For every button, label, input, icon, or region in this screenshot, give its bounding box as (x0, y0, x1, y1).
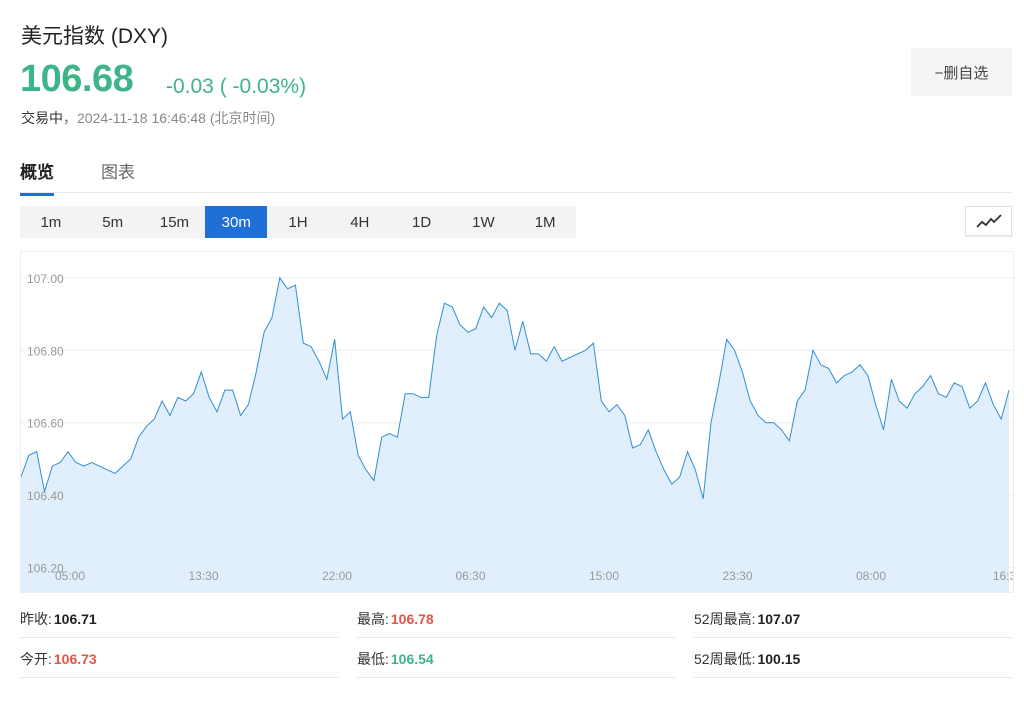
stat-52w-high: 52周最高: 107.07 (694, 600, 1012, 638)
interval-15m[interactable]: 15m (144, 206, 206, 238)
price-chart-svg: 107.00106.80106.60106.40106.2005:00 13:30… (21, 272, 1013, 592)
price-area (21, 277, 1009, 592)
interval-1d[interactable]: 1D (391, 206, 453, 238)
price-change: -0.03 ( -0.03%) (166, 75, 307, 98)
stat-value: 107.07 (757, 610, 801, 627)
stat-value: 106.78 (390, 610, 434, 627)
stat-52w-low: 52周最低: 100.15 (694, 640, 1012, 678)
status-label: 交易中 (21, 110, 63, 126)
current-price: 106.68 (20, 58, 134, 100)
interval-1m[interactable]: 1m (20, 206, 82, 238)
stat-low: 最低: 106.54 (357, 640, 675, 678)
y-tick-label: 107.00 (27, 272, 64, 286)
stat-label: 今开: (20, 650, 52, 667)
x-tick-label: 05:00 (55, 569, 85, 583)
tab-overview[interactable]: 概览 (20, 158, 54, 196)
stat-label: 最低: (357, 650, 389, 667)
stat-prev-close: 昨收: 106.71 (20, 600, 338, 638)
x-tick-label: 08:00 (856, 569, 886, 583)
status-timezone: (北京时间) (209, 110, 276, 126)
x-tick-label: 06:30 (455, 569, 485, 583)
interval-1w[interactable]: 1W (452, 206, 514, 238)
chart-type-button[interactable] (965, 206, 1012, 236)
interval-5m[interactable]: 5m (82, 206, 144, 238)
interval-1h[interactable]: 1H (267, 206, 329, 238)
stat-open: 今开: 106.73 (20, 640, 338, 678)
page-title: 美元指数 (DXY) (21, 25, 168, 48)
status-separator: ， (63, 110, 77, 126)
stat-label: 最高: (357, 610, 389, 627)
stat-value: 106.71 (53, 610, 97, 627)
x-tick-label: 22:00 (322, 569, 352, 583)
line-chart-icon (975, 214, 1002, 228)
stat-high: 最高: 106.78 (357, 600, 675, 638)
stat-label: 52周最高: (694, 610, 756, 627)
stat-value: 106.73 (53, 650, 97, 667)
y-tick-label: 106.80 (27, 344, 64, 358)
y-tick-label: 106.40 (27, 489, 64, 503)
trading-status: 交易中，2024-11-18 16:46:48 (北京时间) (21, 108, 275, 128)
stat-value: 106.54 (390, 650, 434, 667)
stat-value: 100.15 (757, 650, 801, 667)
x-tick-label: 16:3 (993, 569, 1013, 583)
interval-1mo[interactable]: 1M (514, 206, 576, 238)
x-tick-label: 23:30 (722, 569, 752, 583)
x-tick-label: 15:00 (589, 569, 619, 583)
remove-watchlist-button[interactable]: −删自选 (911, 48, 1012, 96)
interval-4h[interactable]: 4H (329, 206, 391, 238)
status-time: 2024-11-18 16:46:48 (77, 110, 206, 126)
interval-selector: 1m 5m 15m 30m 1H 4H 1D 1W 1M (20, 206, 576, 238)
stat-label: 52周最低: (694, 650, 756, 667)
stat-label: 昨收: (20, 610, 52, 627)
price-chart[interactable]: 107.00 106.80 106.60 106.40 106.20 05:00 13:30… (20, 251, 1014, 593)
interval-30m[interactable]: 30m (205, 206, 268, 238)
y-tick-label: 106.60 (27, 417, 64, 431)
tab-chart[interactable]: 图表 (101, 158, 135, 193)
x-tick-label: 13:30 (188, 569, 218, 583)
tab-bar: 概览 图表 (20, 156, 1012, 196)
